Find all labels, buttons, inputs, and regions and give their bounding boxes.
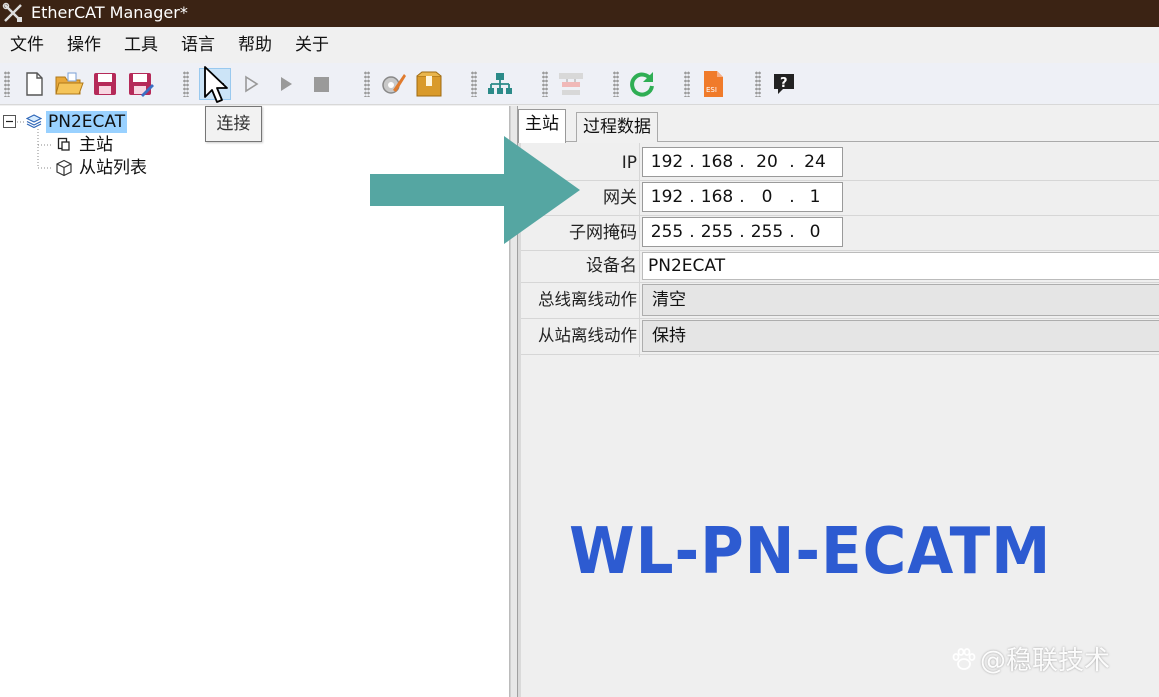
esi-button[interactable]: ESI — [697, 68, 729, 100]
menu-about[interactable]: 关于 — [295, 34, 329, 56]
new-button[interactable] — [18, 68, 50, 100]
save-as-button[interactable] — [125, 68, 157, 100]
menu-operation[interactable]: 操作 — [67, 34, 101, 56]
watermark: @稳联技术 — [950, 640, 1110, 677]
toolbar-grip[interactable] — [4, 71, 10, 97]
subnet-octet: 0 — [809, 222, 821, 242]
master-icon — [57, 137, 70, 151]
ip-octet: 24 — [804, 152, 826, 172]
scan-icon — [559, 73, 583, 95]
toolbar-grip[interactable] — [542, 71, 548, 97]
package-icon — [416, 71, 442, 97]
ip-address-field[interactable]: 192 . 168 . 20 . 24 — [642, 147, 843, 177]
ip-octet: 168 — [700, 152, 734, 172]
toolbar-grip[interactable] — [364, 71, 370, 97]
toolbar-grip[interactable] — [755, 71, 761, 97]
gateway-octet: 1 — [809, 187, 821, 207]
row-divider — [521, 282, 1159, 283]
scan-button[interactable] — [555, 68, 587, 100]
stop-icon — [314, 77, 329, 92]
save-as-icon — [129, 73, 154, 97]
subnet-octet: 255 — [750, 222, 784, 242]
slave-offline-label: 从站离线动作 — [538, 326, 637, 345]
svg-text:ESI: ESI — [706, 86, 717, 94]
menu-language[interactable]: 语言 — [181, 34, 215, 56]
tree-node-master[interactable]: 主站 — [79, 134, 113, 156]
slave-offline-action-select[interactable]: 保持 — [642, 320, 1159, 352]
configure-button[interactable] — [377, 68, 409, 100]
menu-tools[interactable]: 工具 — [124, 34, 158, 56]
row-divider — [521, 354, 1159, 355]
subnet-mask-field[interactable]: 255 . 255 . 255 . 0 — [642, 217, 843, 247]
open-folder-icon — [55, 72, 84, 95]
save-button[interactable] — [89, 68, 121, 100]
menu-help[interactable]: 帮助 — [238, 34, 272, 56]
gateway-field[interactable]: 192 . 168 . 0 . 1 — [642, 182, 843, 212]
cube-icon — [56, 159, 72, 177]
gateway-octet: 0 — [761, 187, 773, 207]
annotation-arrow-icon — [370, 136, 580, 244]
menu-file[interactable]: 文件 — [10, 34, 44, 56]
device-name-label: 设备名 — [586, 256, 637, 276]
run-icon — [281, 77, 292, 91]
refresh-icon — [630, 72, 654, 97]
row-divider — [521, 215, 1159, 216]
configure-icon — [382, 74, 406, 94]
topology-button[interactable] — [484, 68, 516, 100]
collapse-icon[interactable] — [3, 115, 17, 129]
run-button[interactable] — [270, 68, 302, 100]
toolbar-grip[interactable] — [471, 71, 477, 97]
row-divider — [521, 318, 1159, 319]
row-divider — [521, 250, 1159, 251]
toolbar-grip[interactable] — [613, 71, 619, 97]
product-name: WL-PN-ECATM — [569, 515, 1052, 589]
paw-icon — [952, 648, 976, 670]
refresh-button[interactable] — [626, 68, 658, 100]
save-icon — [94, 73, 116, 95]
open-button[interactable] — [53, 68, 85, 100]
new-file-icon — [26, 72, 43, 96]
layers-icon — [26, 114, 42, 129]
toolbar: ESI ? — [0, 63, 1159, 105]
step-icon — [245, 75, 259, 93]
subnet-octet: 255 — [700, 222, 734, 242]
connect-tooltip: 连接 — [205, 106, 262, 142]
step-button[interactable] — [235, 68, 267, 100]
esi-icon: ESI — [704, 71, 723, 97]
gateway-octet: 168 — [700, 187, 734, 207]
svg-text:?: ? — [780, 76, 788, 91]
window-title: EtherCAT Manager* — [31, 3, 188, 22]
tab-process-data[interactable]: 过程数据 — [576, 112, 658, 142]
tools-icon — [2, 2, 22, 22]
bus-offline-action-select[interactable]: 清空 — [642, 284, 1159, 316]
toolbar-grip[interactable] — [684, 71, 690, 97]
help-icon: ? — [774, 74, 794, 94]
mouse-cursor-icon — [204, 66, 228, 103]
title-bar: EtherCAT Manager* — [0, 0, 1159, 27]
master-settings-form: IP 192 . 168 . 20 . 24 网关 192 . 168 . 0 … — [518, 143, 1159, 697]
ip-octet: 192 — [650, 152, 684, 172]
tab-bar: 过程数据 主站 — [518, 106, 1159, 143]
watermark-text: @稳联技术 — [980, 646, 1111, 676]
tree-root-pn2ecat[interactable]: PN2ECAT — [46, 111, 128, 133]
bus-offline-label: 总线离线动作 — [538, 290, 637, 309]
row-divider — [521, 180, 1159, 181]
package-button[interactable] — [413, 68, 445, 100]
device-name-field[interactable]: PN2ECAT — [642, 252, 1159, 280]
ip-octet: 20 — [756, 152, 778, 172]
tree-node-slave-list[interactable]: 从站列表 — [79, 157, 147, 179]
stop-button[interactable] — [305, 68, 337, 100]
toolbar-grip[interactable] — [183, 71, 189, 97]
gateway-octet: 192 — [650, 187, 684, 207]
help-button[interactable]: ? — [768, 68, 800, 100]
menu-bar: 文件 操作 工具 语言 帮助 关于 — [0, 27, 1159, 63]
subnet-octet: 255 — [650, 222, 684, 242]
properties-pane: 过程数据 主站 IP 192 . 168 . 20 . 24 网关 192 . … — [518, 106, 1159, 697]
network-topology-icon — [488, 73, 512, 94]
